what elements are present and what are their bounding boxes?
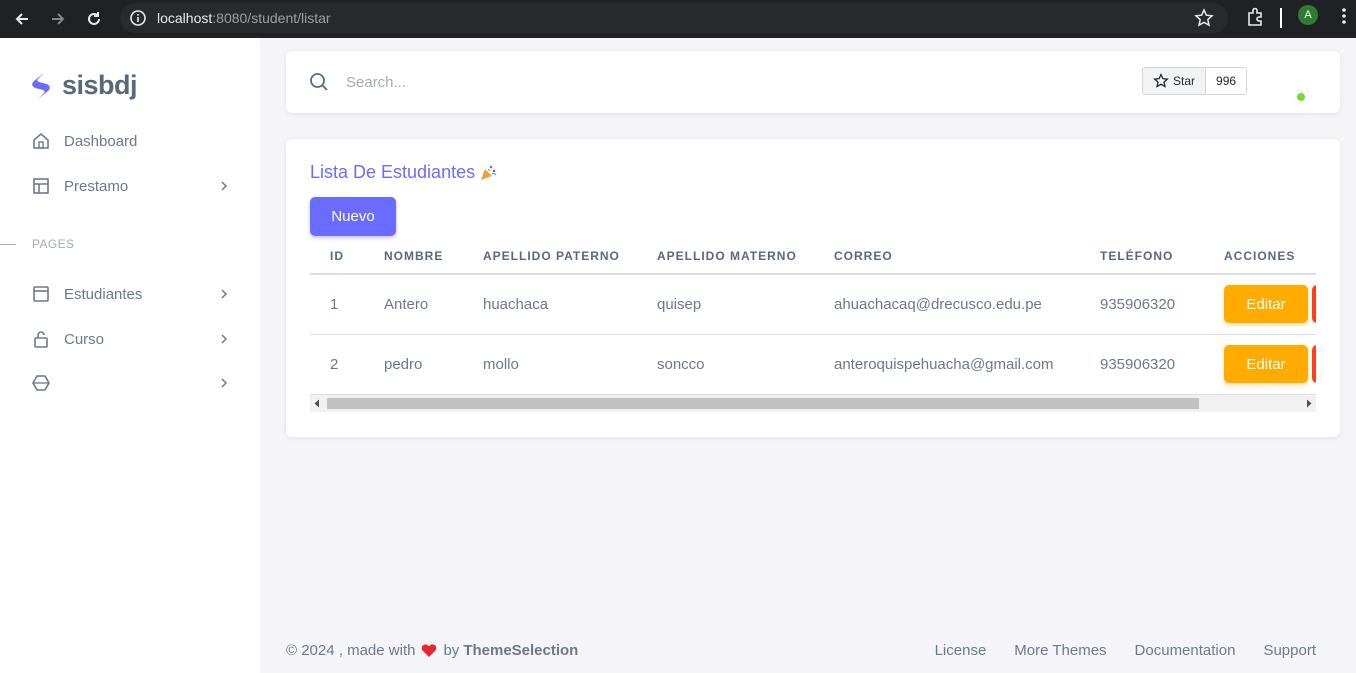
by-text: by (443, 642, 460, 659)
scroll-left-arrow-icon[interactable] (313, 399, 321, 408)
github-star-button[interactable]: Star (1143, 68, 1207, 94)
table-row: 2 pedro mollo soncco anteroquispehuacha@… (310, 334, 1316, 395)
section-header-pages: PAGES (0, 237, 74, 251)
cell-nombre: pedro (364, 334, 463, 395)
github-star-count[interactable]: 996 (1206, 68, 1247, 94)
column-header-nombre: NOMBRE (364, 239, 463, 275)
lock-icon (30, 328, 52, 350)
sidebar-item-label: Curso (64, 330, 105, 348)
chevron-right-icon (221, 334, 228, 344)
footer-link-documentation[interactable]: Documentation (1135, 642, 1236, 659)
themeselection-link[interactable]: ThemeSelection (463, 642, 578, 659)
footer-copyright: © 2024 , made with by ThemeSelection (286, 642, 578, 659)
students-card: Lista De Estudiantes Nuevo ID NOMBRE APE… (286, 139, 1340, 437)
cell-correo: anteroquispehuacha@gmail.com (814, 334, 1080, 395)
table-header-row: ID NOMBRE APELLIDO PATERNO APELLIDO MATE… (310, 239, 1316, 275)
star-icon (1153, 73, 1169, 88)
cell-acciones: Editar (1204, 334, 1316, 395)
footer-link-license[interactable]: License (935, 642, 987, 659)
forward-arrow-icon[interactable] (44, 5, 72, 33)
online-status-dot (1297, 93, 1305, 101)
cell-acciones: Editar (1204, 274, 1316, 335)
students-table: ID NOMBRE APELLIDO PATERNO APELLIDO MATE… (310, 239, 1316, 395)
chevron-right-icon (221, 289, 228, 299)
card-title: Lista De Estudiantes (310, 162, 497, 183)
column-header-correo: CORREO (814, 239, 1080, 275)
search-icon (310, 73, 328, 91)
footer-links: License More Themes Documentation Suppor… (907, 642, 1316, 659)
edit-button[interactable]: Editar (1224, 345, 1308, 383)
url-host: localhost (157, 10, 213, 26)
site-info-icon[interactable] (129, 9, 147, 27)
brand-name: sisbdj (62, 70, 138, 100)
column-header-acciones: ACCIONES (1204, 239, 1316, 275)
sidebar-item-cube[interactable] (30, 364, 240, 402)
delete-button[interactable] (1312, 285, 1316, 324)
cube-icon (30, 372, 52, 394)
footer: © 2024 , made with by ThemeSelection Lic… (286, 642, 1316, 662)
github-star-widget[interactable]: Star 996 (1142, 67, 1248, 95)
delete-button[interactable] (1312, 345, 1316, 383)
heart-icon (422, 644, 437, 657)
edit-button[interactable]: Editar (1224, 285, 1308, 324)
window-icon (30, 283, 52, 305)
students-table-container: ID NOMBRE APELLIDO PATERNO APELLIDO MATE… (310, 239, 1316, 414)
url-path: :8080/student/listar (212, 10, 331, 26)
scroll-right-arrow-icon[interactable] (1305, 399, 1313, 408)
brand-logo-icon (32, 72, 50, 99)
url-text: localhost:8080/student/listar (157, 10, 331, 26)
sidebar: sisbdj Dashboard Prestamo PAGES Estudian… (0, 38, 260, 673)
horizontal-scrollbar[interactable] (310, 395, 1316, 412)
top-navbar: Star 996 (286, 51, 1340, 113)
cell-apellido-paterno: huachaca (463, 274, 637, 335)
cell-telefono: 935906320 (1080, 274, 1204, 335)
scrollbar-thumb[interactable] (327, 398, 1199, 409)
table-row: 1 Antero huachaca quisep ahuachacaq@drec… (310, 274, 1316, 335)
cell-telefono: 935906320 (1080, 334, 1204, 395)
cell-id: 2 (310, 334, 364, 395)
new-student-button[interactable]: Nuevo (310, 197, 396, 236)
footer-link-support[interactable]: Support (1263, 642, 1316, 659)
party-popper-icon (481, 165, 497, 180)
column-header-apellido-paterno: APELLIDO PATERNO (463, 239, 637, 275)
column-header-id: ID (310, 239, 364, 275)
sidebar-item-label: Estudiantes (64, 285, 143, 303)
reload-icon[interactable] (80, 5, 108, 33)
section-divider-line (0, 243, 16, 245)
cell-correo: ahuachacaq@drecusco.edu.pe (814, 274, 1080, 335)
address-bar[interactable]: localhost:8080/student/listar (120, 3, 1228, 33)
column-header-telefono: TELÉFONO (1080, 239, 1204, 275)
layout-icon (30, 175, 52, 197)
chevron-right-icon (221, 378, 228, 388)
section-title: PAGES (32, 237, 75, 251)
page-title: Lista De Estudiantes (310, 162, 476, 182)
cell-apellido-materno: quisep (637, 274, 814, 335)
cell-nombre: Antero (364, 274, 463, 335)
bookmark-star-icon[interactable] (1194, 8, 1214, 28)
home-icon (30, 130, 52, 152)
column-header-apellido-materno: APELLIDO MATERNO (637, 239, 814, 275)
toolbar-divider (1280, 8, 1282, 28)
back-arrow-icon[interactable] (8, 5, 36, 33)
copyright-text: © 2024 , made with (286, 642, 416, 659)
search-input[interactable] (346, 70, 646, 94)
browser-toolbar: localhost:8080/student/listar A (0, 0, 1356, 38)
extensions-icon[interactable] (1244, 6, 1266, 28)
github-star-label: Star (1173, 74, 1196, 88)
kebab-menu-icon[interactable] (1334, 6, 1354, 26)
sidebar-item-estudiantes[interactable]: Estudiantes (30, 275, 240, 313)
sidebar-item-dashboard[interactable]: Dashboard (30, 122, 240, 160)
chevron-right-icon (221, 181, 228, 191)
cell-apellido-materno: soncco (637, 334, 814, 395)
sidebar-item-label: Dashboard (64, 132, 138, 150)
sidebar-item-prestamo[interactable]: Prestamo (30, 167, 240, 205)
sidebar-item-label: Prestamo (64, 177, 129, 195)
sidebar-item-curso[interactable]: Curso (30, 320, 240, 358)
brand[interactable]: sisbdj (30, 70, 138, 101)
footer-link-more-themes[interactable]: More Themes (1014, 642, 1106, 659)
profile-avatar[interactable]: A (1298, 5, 1318, 25)
cell-id: 1 (310, 274, 364, 335)
cell-apellido-paterno: mollo (463, 334, 637, 395)
